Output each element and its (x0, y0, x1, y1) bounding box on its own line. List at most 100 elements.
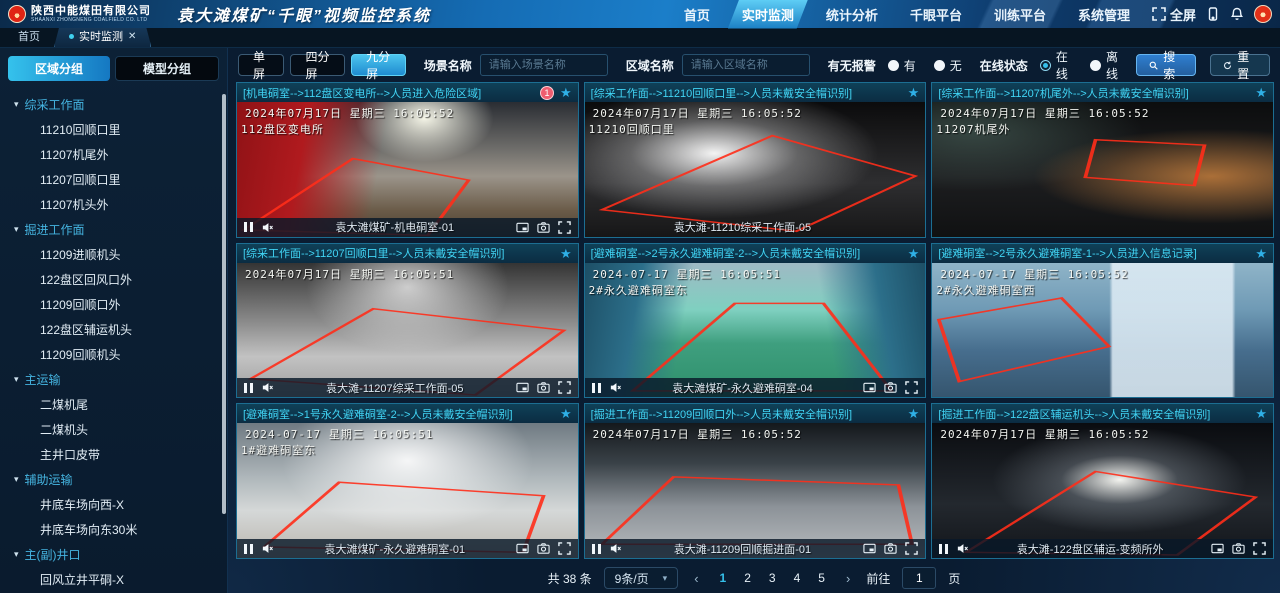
prev-page-button[interactable]: ‹ (690, 571, 702, 586)
tree-group[interactable]: ▾综采工作面 (0, 92, 221, 117)
speaker-muted-icon[interactable] (261, 221, 274, 234)
page-number[interactable]: 2 (739, 571, 756, 585)
pip-icon[interactable] (1211, 542, 1224, 555)
bell-icon[interactable] (1230, 7, 1244, 21)
pip-icon[interactable] (516, 381, 529, 394)
tile-fullscreen-icon[interactable] (905, 542, 918, 555)
fullscreen-button[interactable]: 全屏 (1152, 5, 1196, 24)
video-feed[interactable]: 2024年07月17日 星期三 16:05:52 11210回顺口里 袁大滩-1… (585, 102, 926, 237)
screen-layout-button[interactable]: 九分屏 (351, 54, 406, 76)
page-number[interactable]: 4 (789, 571, 806, 585)
speaker-muted-icon[interactable] (609, 381, 622, 394)
page-number[interactable]: 3 (764, 571, 781, 585)
tile-fullscreen-icon[interactable] (1253, 542, 1266, 555)
pause-icon[interactable] (244, 222, 253, 232)
pause-icon[interactable] (592, 544, 601, 554)
tree-item[interactable]: 11209回顺口外 (0, 292, 221, 317)
sidebar-tab-region[interactable]: 区域分组 (8, 56, 110, 81)
tree-item[interactable]: 二煤机尾 (0, 392, 221, 417)
favorite-star-icon[interactable]: ★ (560, 407, 572, 420)
screen-layout-button[interactable]: 单屏 (238, 54, 284, 76)
tab-close-icon[interactable]: ✕ (128, 31, 136, 42)
pause-icon[interactable] (939, 544, 948, 554)
nav-item[interactable]: 实时监测 (728, 0, 808, 29)
pause-icon[interactable] (244, 383, 253, 393)
tile-fullscreen-icon[interactable] (558, 381, 571, 394)
favorite-star-icon[interactable]: ★ (1255, 407, 1267, 420)
tile-fullscreen-icon[interactable] (558, 542, 571, 555)
screen-layout-button[interactable]: 四分屏 (290, 54, 345, 76)
tree-group[interactable]: ▾辅助运输 (0, 467, 221, 492)
online-radio[interactable]: 离线 (1090, 48, 1122, 82)
snapshot-camera-icon[interactable] (537, 221, 550, 234)
pip-icon[interactable] (516, 542, 529, 555)
tree-item[interactable]: 井底车场向东30米 (0, 517, 221, 542)
speaker-muted-icon[interactable] (609, 542, 622, 555)
video-feed[interactable]: 2024年07月17日 星期三 16:05:52 袁大滩-122盘区辅运-变频所… (932, 423, 1273, 558)
tree-item[interactable]: 122盘区辅运机头 (0, 317, 221, 342)
tree-item[interactable]: 主井口皮带 (0, 442, 221, 467)
tree-item[interactable]: 122盘区回风口外 (0, 267, 221, 292)
tile-fullscreen-icon[interactable] (558, 221, 571, 234)
page-number[interactable]: 1 (715, 571, 732, 585)
mobile-icon[interactable] (1206, 7, 1220, 21)
tree-item[interactable]: 11209回顺机头 (0, 342, 221, 367)
scene-name-input[interactable] (480, 54, 608, 76)
goto-page-input[interactable] (902, 567, 936, 589)
favorite-star-icon[interactable]: ★ (908, 86, 920, 99)
search-button[interactable]: 搜索 (1136, 54, 1196, 76)
favorite-star-icon[interactable]: ★ (1255, 86, 1267, 99)
favorite-star-icon[interactable]: ★ (908, 247, 920, 260)
nav-item[interactable]: 首页 (670, 0, 724, 29)
tree-group[interactable]: ▾掘进工作面 (0, 217, 221, 242)
snapshot-camera-icon[interactable] (537, 542, 550, 555)
snapshot-camera-icon[interactable] (1232, 542, 1245, 555)
user-avatar[interactable] (1254, 5, 1272, 23)
snapshot-camera-icon[interactable] (884, 542, 897, 555)
video-feed[interactable]: 2024-07-17 星期三 16:05:51 2#永久避难硐室东 袁大滩煤矿-… (585, 263, 926, 398)
sidebar-tab-model[interactable]: 模型分组 (115, 56, 219, 81)
favorite-star-icon[interactable]: ★ (908, 407, 920, 420)
video-feed[interactable]: 2024年07月17日 星期三 16:05:52 袁大滩-11209回顺掘进面-… (585, 423, 926, 558)
tree-item[interactable]: 11210回顺口里 (0, 117, 221, 142)
tree-item[interactable]: 回风立井平硐-X (0, 567, 221, 589)
video-feed[interactable]: 2024-07-17 星期三 16:05:52 2#永久避难硐室西 (932, 263, 1273, 398)
alarm-radio[interactable]: 有 (888, 57, 916, 74)
favorite-star-icon[interactable]: ★ (1255, 247, 1267, 260)
pause-icon[interactable] (592, 383, 601, 393)
video-feed[interactable]: 2024年07月17日 星期三 16:05:51 袁大滩-11207综采工作面-… (237, 263, 578, 398)
favorite-star-icon[interactable]: ★ (560, 247, 572, 260)
page-size-select[interactable]: 9条/页 ▾ (604, 567, 679, 589)
tab-home[interactable]: 首页 (6, 25, 52, 47)
pip-icon[interactable] (516, 221, 529, 234)
online-radio[interactable]: 在线 (1040, 48, 1072, 82)
alarm-radio[interactable]: 无 (934, 57, 962, 74)
pip-icon[interactable] (863, 542, 876, 555)
nav-item[interactable]: 系统管理 (1064, 0, 1144, 29)
pause-icon[interactable] (244, 544, 253, 554)
reset-button[interactable]: 重置 (1210, 54, 1270, 76)
tree-group[interactable]: ▾主(副)井口 (0, 542, 221, 567)
tree-item[interactable]: 井底车场向西-X (0, 492, 221, 517)
tree-item[interactable]: 11207回顺口里 (0, 167, 221, 192)
nav-item[interactable]: 统计分析 (812, 0, 892, 29)
tree-group[interactable]: ▾主运输 (0, 367, 221, 392)
snapshot-camera-icon[interactable] (884, 381, 897, 394)
tree-item[interactable]: 11209进顺机头 (0, 242, 221, 267)
nav-item[interactable]: 训练平台 (980, 0, 1060, 29)
tree-item[interactable]: 11207机头外 (0, 192, 221, 217)
tree-item[interactable]: 二煤机头 (0, 417, 221, 442)
snapshot-camera-icon[interactable] (537, 381, 550, 394)
region-name-input[interactable] (682, 54, 810, 76)
tree-item[interactable]: 11207机尾外 (0, 142, 221, 167)
video-feed[interactable]: 2024-07-17 星期三 16:05:51 1#避难硐室东 袁大滩煤矿-永久… (237, 423, 578, 558)
favorite-star-icon[interactable]: ★ (560, 86, 572, 99)
video-feed[interactable]: 2024年07月17日 星期三 16:05:52 11207机尾外 (932, 102, 1273, 237)
speaker-muted-icon[interactable] (261, 542, 274, 555)
speaker-muted-icon[interactable] (956, 542, 969, 555)
tile-fullscreen-icon[interactable] (905, 381, 918, 394)
next-page-button[interactable]: › (842, 571, 854, 586)
video-feed[interactable]: 2024年07月17日 星期三 16:05:52 112盘区变电所 袁大滩煤矿-… (237, 102, 578, 237)
sidebar-scrollbar[interactable] (222, 94, 226, 514)
pip-icon[interactable] (863, 381, 876, 394)
